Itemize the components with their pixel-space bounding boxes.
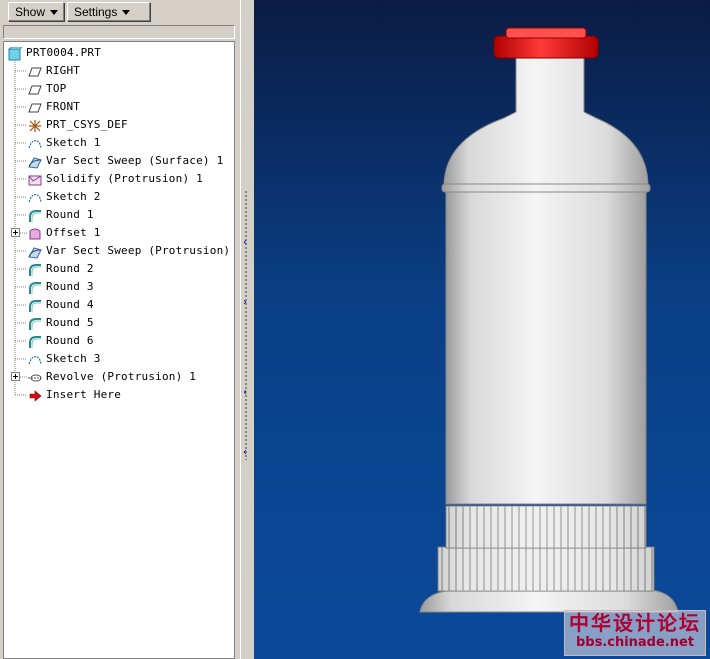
- tree-item[interactable]: TOP: [4, 80, 234, 98]
- tree-item-label: Solidify (Protrusion) 1: [46, 172, 203, 185]
- tree-root-label: PRT0004.PRT: [26, 46, 102, 59]
- tree-item-label: Round 1: [46, 208, 94, 221]
- tree-item-label: TOP: [46, 82, 67, 95]
- round-icon: [28, 208, 42, 222]
- splitter-grip[interactable]: [244, 190, 249, 460]
- tree-item[interactable]: Sketch 3: [4, 350, 234, 368]
- datum-plane-icon: [28, 82, 42, 96]
- tree-item-label: Sketch 3: [46, 352, 101, 365]
- part-icon: [7, 46, 23, 61]
- tree-item-label: Round 6: [46, 334, 94, 347]
- sketch-icon: [28, 136, 42, 150]
- tree-item[interactable]: Var Sect Sweep (Surface) 1: [4, 152, 234, 170]
- round-icon: [28, 280, 42, 294]
- bottle-base: [419, 589, 679, 613]
- collapse-left-arrow-icon[interactable]: ‹: [243, 238, 251, 248]
- tree-item-label: RIGHT: [46, 64, 81, 77]
- tree-item-label: Round 2: [46, 262, 94, 275]
- tree-item[interactable]: Round 3: [4, 278, 234, 296]
- tree-item[interactable]: Round 4: [4, 296, 234, 314]
- tree-item[interactable]: FRONT: [4, 98, 234, 116]
- collapse-left-arrow-icon[interactable]: ‹: [243, 388, 251, 398]
- sketch-icon: [28, 352, 42, 366]
- tree-item[interactable]: RIGHT: [4, 62, 234, 80]
- tree-item[interactable]: Insert Here: [4, 386, 234, 404]
- sweep-icon: [28, 244, 42, 259]
- settings-menu-button[interactable]: Settings: [67, 2, 150, 21]
- sweep-icon: [28, 154, 42, 169]
- expand-right-arrow-icon[interactable]: ›: [243, 298, 251, 308]
- model-tree-toolbar: Show Settings: [0, 0, 240, 24]
- round-icon: [28, 262, 42, 276]
- tree-item-label: Sketch 2: [46, 190, 101, 203]
- bottle-shoulder: [443, 57, 649, 187]
- model-tree-panel: Show Settings PRT0004.PRT RIGHT TOP FRONT P…: [0, 0, 240, 659]
- offset-icon: [28, 226, 42, 240]
- model-tree[interactable]: PRT0004.PRT RIGHT TOP FRONT PRT_CSYS_DEF Ske…: [3, 41, 235, 659]
- tree-item-label: Insert Here: [46, 388, 122, 401]
- panel-splitter[interactable]: ‹ › ‹ ‹: [240, 0, 254, 659]
- solidify-icon: [28, 172, 42, 186]
- watermark-title: 中华设计论坛: [569, 611, 701, 635]
- forum-watermark: 中华设计论坛 bbs.chinade.net: [564, 610, 706, 656]
- settings-dropdown-icon: [122, 10, 131, 15]
- watermark-url: bbs.chinade.net: [575, 635, 695, 650]
- expand-plus-icon[interactable]: [11, 372, 20, 381]
- round-icon: [28, 316, 42, 330]
- csys-icon: [28, 118, 42, 132]
- tree-item-label: FRONT: [46, 100, 81, 113]
- tree-item[interactable]: Var Sect Sweep (Protrusion) 2: [4, 242, 234, 260]
- tree-item[interactable]: Offset 1: [4, 224, 234, 242]
- graphics-viewport[interactable]: 中华设计论坛 bbs.chinade.net: [254, 0, 710, 659]
- tree-item[interactable]: Round 6: [4, 332, 234, 350]
- tree-root[interactable]: PRT0004.PRT: [4, 44, 234, 62]
- tree-item-label: Revolve (Protrusion) 1: [46, 370, 197, 383]
- show-menu-button[interactable]: Show: [8, 2, 64, 21]
- sketch-icon: [28, 190, 42, 204]
- tree-item[interactable]: Round 2: [4, 260, 234, 278]
- tree-item[interactable]: Revolve (Protrusion) 1: [4, 368, 234, 386]
- tree-item[interactable]: Sketch 2: [4, 188, 234, 206]
- show-label: Show: [15, 5, 46, 19]
- round-icon: [28, 334, 42, 348]
- datum-plane-icon: [28, 100, 42, 114]
- datum-plane-icon: [28, 64, 42, 78]
- tree-item[interactable]: PRT_CSYS_DEF: [4, 116, 234, 134]
- bottle-model: [419, 27, 679, 613]
- tree-item-label: Sketch 1: [46, 136, 101, 149]
- tree-item-label: Offset 1: [46, 226, 101, 239]
- tree-item-label: Var Sect Sweep (Surface) 1: [46, 154, 224, 167]
- insert-here-arrow-icon: [28, 388, 42, 402]
- tree-filter-strip: [3, 25, 235, 39]
- settings-label: Settings: [74, 5, 118, 19]
- cap-top: [505, 27, 587, 39]
- round-icon: [28, 298, 42, 312]
- tree-item[interactable]: Sketch 1: [4, 134, 234, 152]
- tree-item[interactable]: Round 1: [4, 206, 234, 224]
- tree-item-label: Round 3: [46, 280, 94, 293]
- bottle-body: [445, 189, 647, 505]
- tree-item-label: PRT_CSYS_DEF: [46, 118, 128, 131]
- shoulder-ring: [441, 183, 651, 193]
- tree-item-label: Round 4: [46, 298, 94, 311]
- bottle-cap: [493, 35, 599, 59]
- expand-plus-icon[interactable]: [11, 228, 20, 237]
- tree-item[interactable]: Solidify (Protrusion) 1: [4, 170, 234, 188]
- tree-item[interactable]: Round 5: [4, 314, 234, 332]
- tree-item-label: Round 5: [46, 316, 94, 329]
- tree-item-label: Var Sect Sweep (Protrusion) 2: [46, 244, 235, 257]
- show-dropdown-icon: [50, 10, 59, 15]
- collapse-left-arrow-icon[interactable]: ‹: [243, 448, 251, 458]
- revolve-icon: [28, 370, 42, 384]
